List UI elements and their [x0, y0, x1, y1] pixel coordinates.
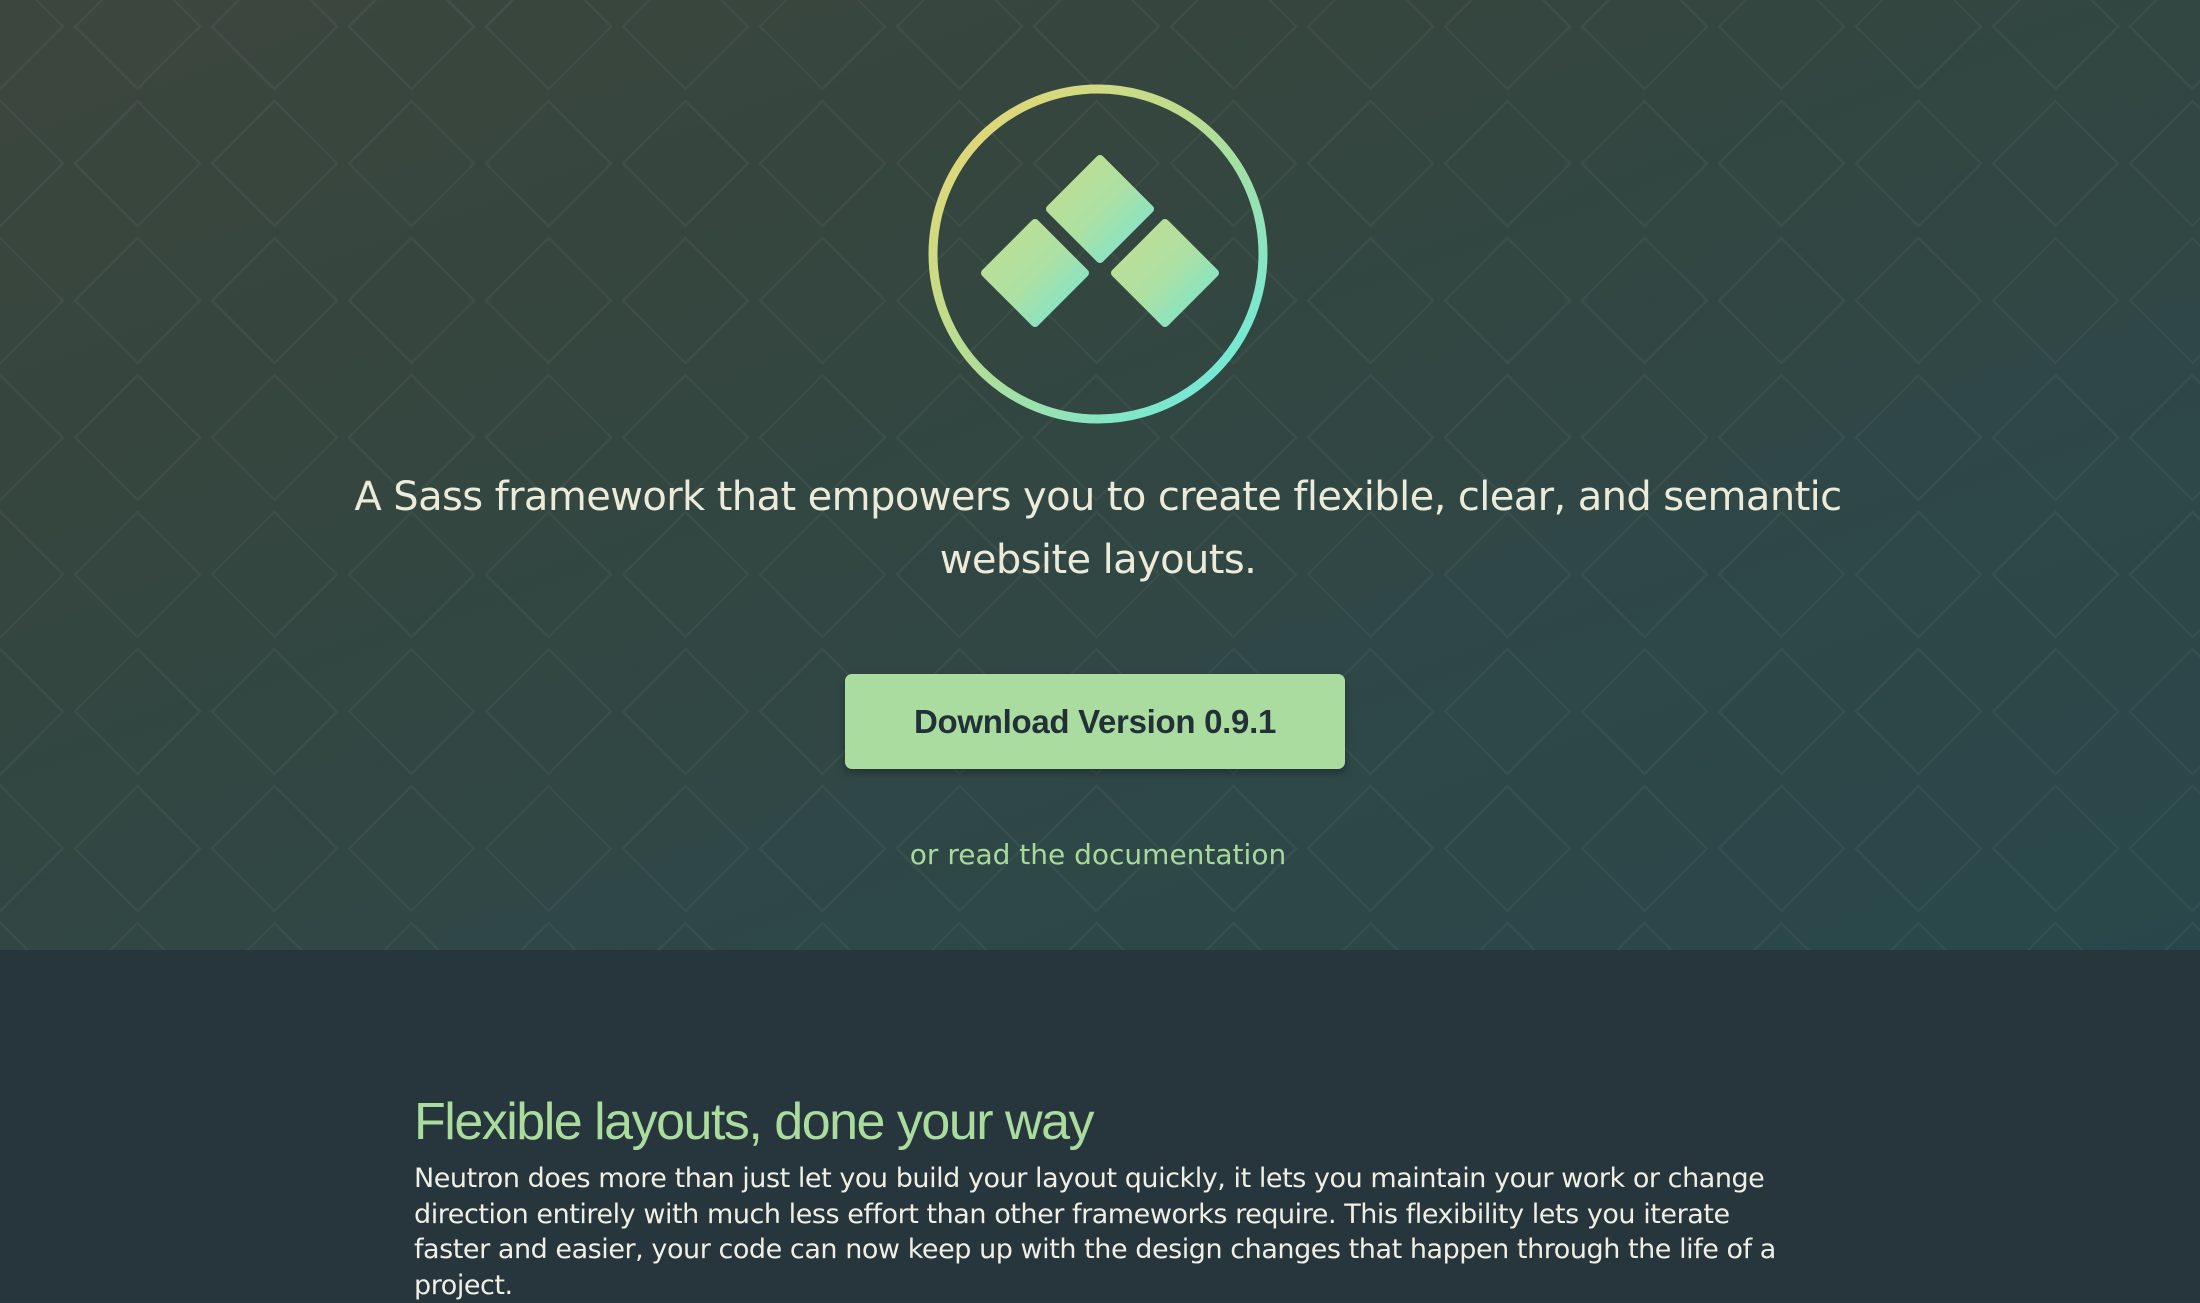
hero-section: A Sass framework that empowers you to cr… [0, 0, 2200, 950]
documentation-link[interactable]: or read the documentation [700, 838, 1496, 871]
feature-description: Neutron does more than just let you buil… [414, 1163, 1776, 1301]
neutron-logo-icon [928, 84, 1268, 424]
feature-heading: Flexible layouts, done your way [414, 1093, 1095, 1151]
hero-tagline: A Sass framework that empowers you to cr… [354, 474, 1842, 583]
download-button[interactable]: Download Version 0.9.1 [845, 674, 1345, 769]
features-section: Flexible layouts, done your way Neutron … [0, 950, 2200, 1301]
